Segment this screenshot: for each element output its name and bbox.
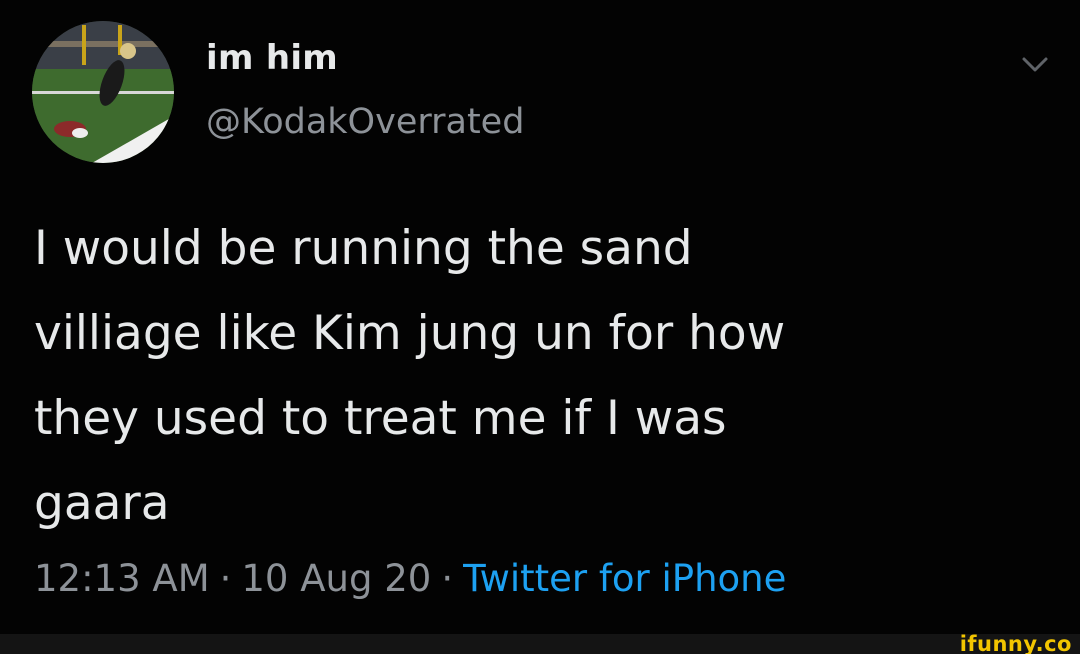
tweet-text-line: gaara bbox=[34, 476, 170, 531]
tweet-source-link[interactable]: Twitter for iPhone bbox=[463, 557, 786, 600]
tweet-text: I would be running the sand villiage lik… bbox=[34, 206, 1044, 546]
display-name[interactable]: im him bbox=[206, 38, 338, 78]
avatar[interactable] bbox=[32, 21, 174, 163]
avatar-image bbox=[32, 21, 174, 163]
user-handle[interactable]: @KodakOverrated bbox=[206, 102, 524, 142]
tweet-time[interactable]: 12:13 AM bbox=[34, 557, 210, 600]
footer-bar bbox=[0, 634, 1080, 654]
meta-separator: · bbox=[441, 557, 454, 600]
tweet-card: im him @KodakOverrated I would be runnin… bbox=[0, 0, 1080, 654]
chevron-down-icon[interactable] bbox=[1020, 54, 1050, 76]
tweet-text-line: I would be running the sand bbox=[34, 221, 693, 276]
tweet-text-line: they used to treat me if I was bbox=[34, 391, 727, 446]
tweet-date[interactable]: 10 Aug 20 bbox=[241, 557, 431, 600]
tweet-text-line: villiage like Kim jung un for how bbox=[34, 306, 786, 361]
ifunny-watermark: ifunny.co bbox=[959, 632, 1072, 654]
meta-separator: · bbox=[219, 557, 232, 600]
tweet-meta: 12:13 AM · 10 Aug 20 · Twitter for iPhone bbox=[34, 557, 786, 600]
